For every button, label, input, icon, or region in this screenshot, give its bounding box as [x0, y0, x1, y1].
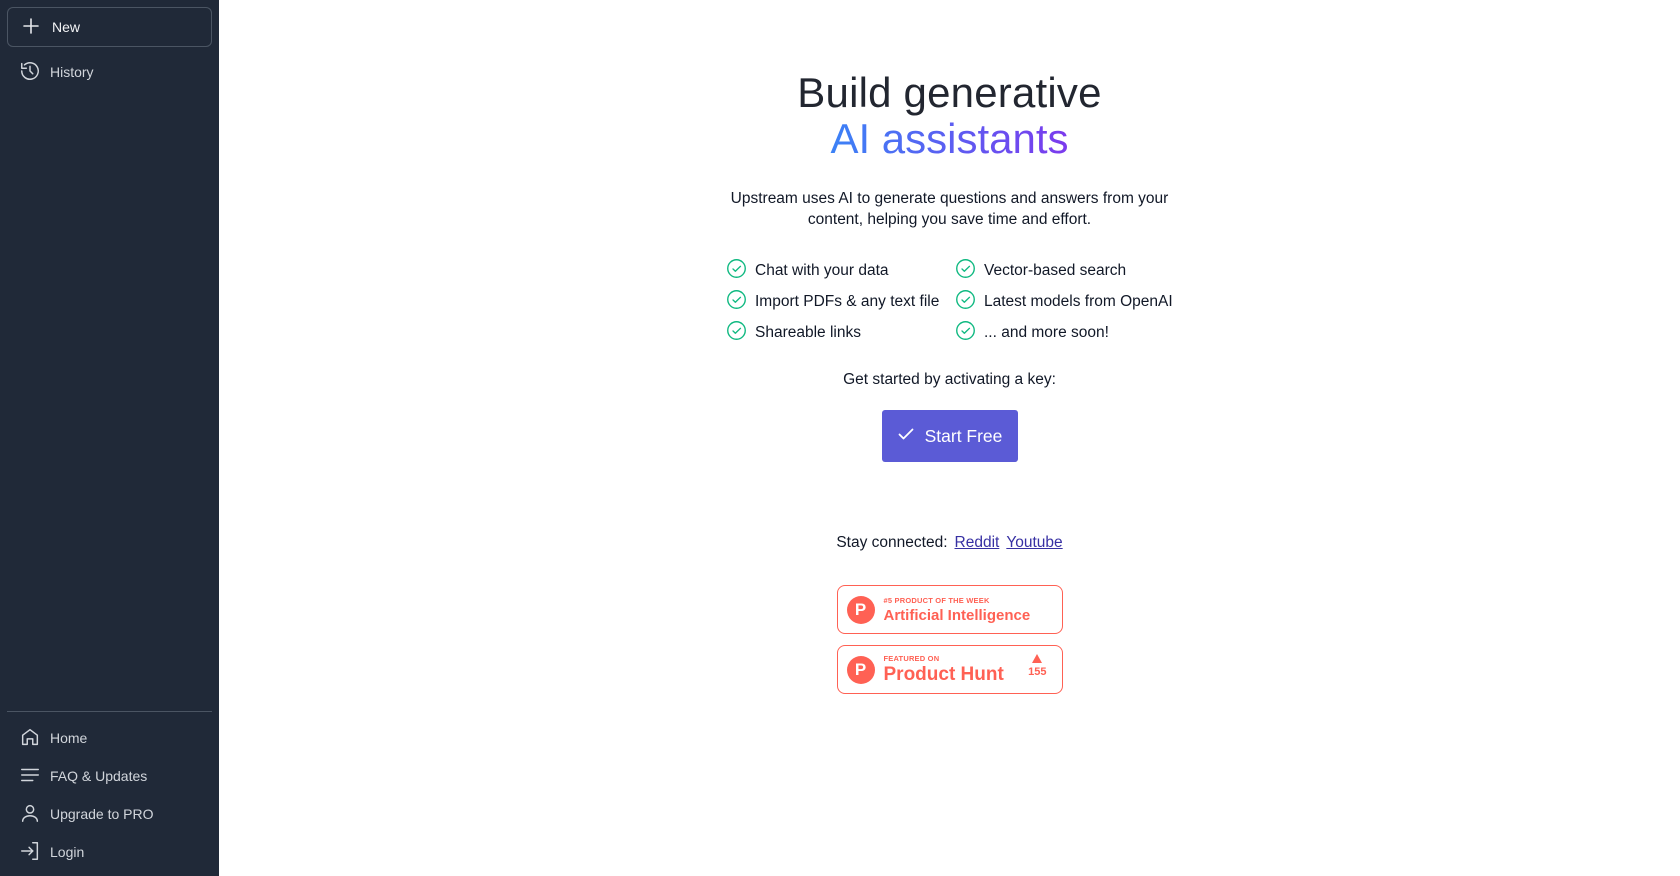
new-button[interactable]: New: [7, 7, 212, 47]
social-label: Stay connected:: [836, 534, 948, 551]
sidebar: New History Home FAQ & Updates Upgrade t…: [0, 0, 219, 876]
hero-subtitle: Upstream uses AI to generate questions a…: [730, 190, 1169, 228]
feature-item: ... and more soon!: [955, 320, 1175, 346]
menu-lines-icon: [19, 764, 50, 789]
feature-label: Shareable links: [755, 323, 861, 341]
badge-caption: #5 PRODUCT OF THE WEEK: [883, 595, 990, 605]
main-content: Build generative AI assistants Upstream …: [219, 0, 1680, 876]
feature-item: Latest models from OpenAI: [955, 289, 1175, 315]
sidebar-item-label: FAQ & Updates: [50, 768, 148, 784]
social-links: Stay connected: Reddit Youtube: [836, 534, 1062, 552]
new-button-label: New: [52, 19, 81, 35]
cta-prompt: Get started by activating a key:: [843, 371, 1056, 388]
feature-label: ... and more soon!: [984, 323, 1109, 341]
check-circle-icon: [726, 289, 755, 315]
badge-caption: FEATURED ON: [883, 653, 940, 663]
start-free-label: Start Free: [924, 425, 1003, 446]
sidebar-item-label: Login: [50, 844, 85, 860]
sidebar-divider: [7, 711, 212, 712]
check-icon: [897, 425, 925, 448]
feature-item: Vector-based search: [955, 258, 1175, 284]
check-circle-icon: [955, 320, 984, 346]
sidebar-item-upgrade[interactable]: Upgrade to PRO: [0, 795, 212, 833]
product-hunt-week-badge[interactable]: P #5 PRODUCT OF THE WEEK Artificial Inte…: [836, 585, 1063, 634]
sidebar-item-history[interactable]: History: [0, 53, 212, 91]
product-hunt-featured-badge[interactable]: P FEATURED ON Product Hunt 155: [836, 645, 1063, 694]
upvote-number: 155: [1028, 666, 1047, 678]
sidebar-item-faq[interactable]: FAQ & Updates: [0, 757, 212, 795]
plus-icon: [22, 17, 52, 38]
upvote-count: 155: [1028, 654, 1047, 678]
badge-title: Product Hunt: [883, 663, 1004, 685]
feature-item: Chat with your data: [726, 258, 955, 284]
user-icon: [19, 802, 50, 827]
hero-title-line2: AI assistants: [830, 115, 1069, 162]
feature-label: Latest models from OpenAI: [984, 292, 1173, 310]
sidebar-item-label: Home: [50, 730, 88, 746]
reddit-link[interactable]: Reddit: [955, 534, 1000, 552]
login-icon: [19, 840, 50, 865]
check-circle-icon: [726, 320, 755, 346]
home-icon: [19, 726, 50, 751]
feature-label: Vector-based search: [984, 261, 1127, 279]
sidebar-item-home[interactable]: Home: [0, 719, 212, 757]
check-circle-icon: [726, 258, 755, 284]
feature-list: Chat with your data Vector-based search …: [726, 258, 1175, 346]
product-hunt-logo-icon: P: [846, 655, 875, 684]
check-circle-icon: [955, 258, 984, 284]
check-circle-icon: [955, 289, 984, 315]
badge-title: Artificial Intelligence: [883, 606, 1031, 624]
feature-label: Import PDFs & any text file: [755, 292, 940, 310]
youtube-link[interactable]: Youtube: [1006, 534, 1062, 552]
hero-title-line1: Build generative: [797, 69, 1102, 116]
history-icon: [19, 60, 50, 85]
feature-item: Import PDFs & any text file: [726, 289, 955, 315]
sidebar-item-label: Upgrade to PRO: [50, 806, 154, 822]
feature-item: Shareable links: [726, 320, 955, 346]
product-hunt-logo-icon: P: [846, 595, 875, 624]
sidebar-item-login[interactable]: Login: [0, 833, 212, 871]
sidebar-item-label: History: [50, 64, 94, 80]
upvote-triangle-icon: [1032, 654, 1043, 663]
start-free-button[interactable]: Start Free: [881, 410, 1018, 462]
feature-label: Chat with your data: [755, 261, 889, 279]
